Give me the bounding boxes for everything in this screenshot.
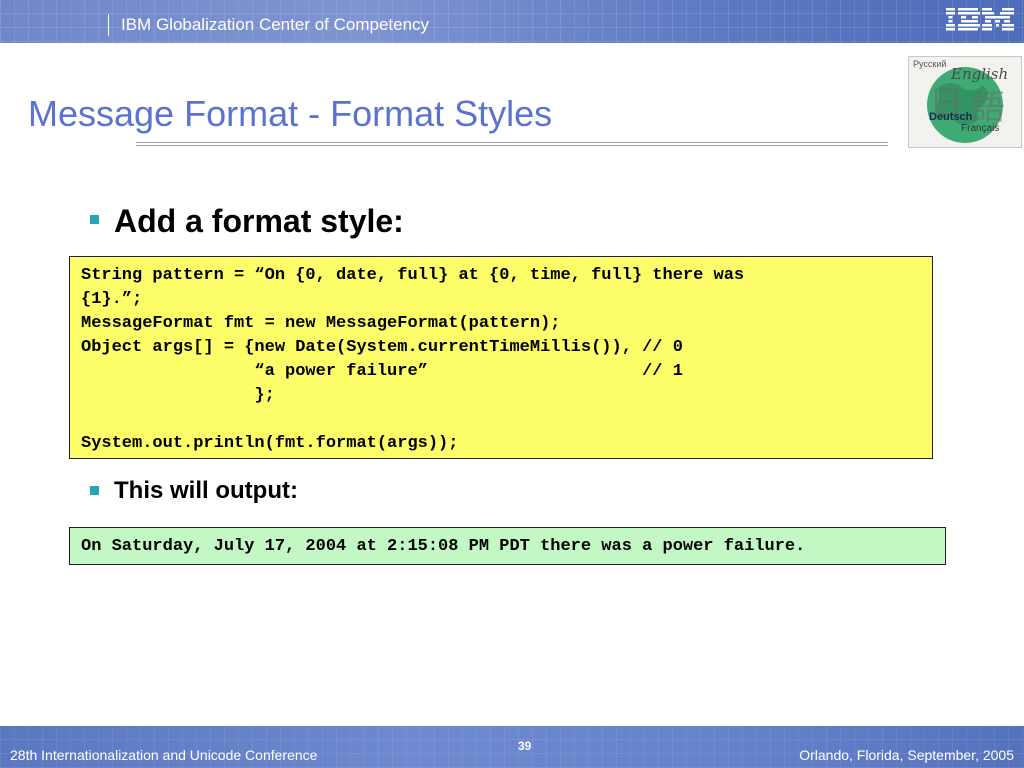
title-underline	[136, 142, 888, 148]
code-line: };	[81, 386, 275, 405]
code-line: String pattern = “On {0, date, full} at …	[81, 266, 745, 285]
bullet-square-icon	[90, 486, 99, 495]
footer-location-date: Orlando, Florida, September, 2005	[799, 747, 1014, 763]
footer-band: 28th Internationalization and Unicode Co…	[0, 726, 1024, 768]
code-line: “a power failure” // 1	[81, 362, 683, 381]
code-line: MessageFormat fmt = new MessageFormat(pa…	[81, 314, 561, 333]
bullet-add-format-style: Add a format style:	[90, 200, 404, 242]
slide-title: Message Format - Format Styles	[28, 93, 553, 134]
bullet-text: This will output:	[114, 477, 298, 504]
footer-conference: 28th Internationalization and Unicode Co…	[10, 747, 318, 763]
page-number: 39	[518, 739, 532, 753]
header-title: IBM Globalization Center of Competency	[121, 15, 430, 34]
header-band: IBM Globalization Center of Competency	[0, 0, 1024, 43]
ibm-logo-stripes	[946, 8, 1014, 31]
output-block: On Saturday, July 17, 2004 at 2:15:08 PM…	[69, 527, 946, 565]
lang-label-english: English	[951, 65, 1009, 83]
code-line: Object args[] = {new Date(System.current…	[81, 338, 683, 357]
languages-image: 日 語 Русский English Deutsch Français	[908, 56, 1022, 148]
code-block: String pattern = “On {0, date, full} at …	[69, 256, 933, 459]
bullet-output: This will output:	[90, 476, 298, 506]
svg-text:語: 語	[971, 88, 1005, 128]
code-line: {1}.”;	[81, 290, 143, 309]
header-divider	[108, 14, 109, 36]
bullet-square-icon	[90, 215, 99, 224]
output-line: On Saturday, July 17, 2004 at 2:15:08 PM…	[81, 537, 806, 556]
ibm-logo	[946, 8, 1014, 31]
lang-label-german: Deutsch	[929, 111, 973, 123]
code-line: System.out.println(fmt.format(args));	[81, 434, 459, 453]
lang-label-russian: Русский	[913, 59, 947, 69]
lang-label-french: Français	[961, 123, 1000, 134]
bullet-text: Add a format style:	[114, 203, 404, 239]
